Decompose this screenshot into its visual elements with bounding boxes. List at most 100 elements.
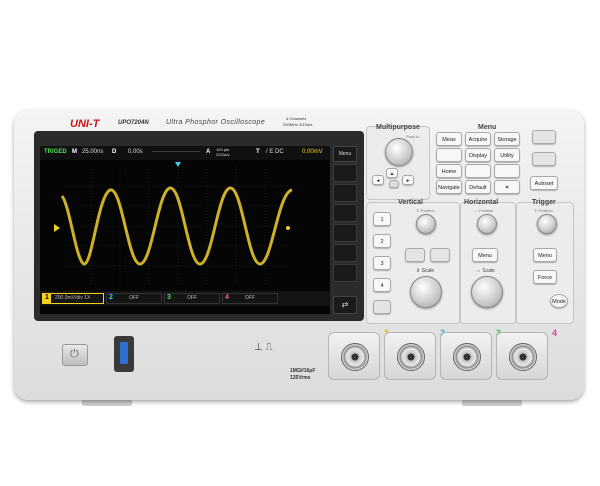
model-label: UPO7204N — [118, 120, 149, 126]
digital-button[interactable] — [430, 248, 450, 262]
multipurpose-knob-label: Push to — [406, 134, 420, 139]
softkey-2[interactable] — [333, 184, 357, 202]
channel-4-info[interactable]: 4 OFF — [222, 293, 278, 304]
blank-button-1[interactable] — [436, 148, 462, 162]
channel-3-button[interactable]: 3 — [373, 256, 391, 270]
probe-comp-terminals[interactable]: ⊥ ⎍ — [254, 342, 284, 368]
horizontal-menu-button[interactable]: Menu — [472, 248, 498, 262]
trigger-status: TRIGED — [44, 149, 67, 155]
voltage-label: 135Vrms — [290, 375, 311, 381]
ch1-input-connector[interactable]: 1 — [328, 328, 389, 380]
channel-2-button[interactable]: 2 — [373, 234, 391, 248]
home-button[interactable]: Home — [436, 164, 462, 178]
multipurpose-title: Multipurpose — [376, 124, 420, 131]
usb-icon — [120, 342, 128, 364]
trigger-position-label: ⇕ Position — [534, 208, 553, 213]
trigger-level-marker — [286, 226, 290, 230]
memory-bar: ------------------------ — [152, 149, 200, 155]
status-bar: TRIGED M 25.00ns D 0.00s ---------------… — [40, 146, 330, 160]
display-button[interactable]: Display — [465, 148, 491, 162]
horizontal-position-label: ⇔ Position — [474, 208, 494, 213]
select-button[interactable] — [389, 180, 399, 188]
ch4-bnc-ring — [509, 343, 537, 371]
power-icon: ⏻ — [70, 348, 79, 360]
trigger-level-knob[interactable] — [537, 214, 557, 234]
trigger-letter: T — [256, 149, 260, 155]
channel-3-text: OFF — [187, 295, 197, 301]
ch4-input-connector[interactable]: 4 — [496, 328, 557, 380]
timebase-value: 25.00ns — [82, 149, 104, 155]
channel-4-num: 4 — [225, 294, 229, 301]
channel-bar: 1 200.0mV/div 1X 2 OFF 3 OFF 4 OFF — [40, 291, 330, 306]
left-arrow-button[interactable]: ◂ — [372, 175, 384, 185]
trigger-position-marker — [175, 162, 181, 167]
blank-button-2[interactable] — [465, 164, 491, 178]
multipurpose-knob[interactable] — [385, 138, 413, 166]
storage-button[interactable]: Storage — [494, 132, 520, 146]
run-stop-button[interactable] — [532, 130, 556, 144]
ch1-bnc-ring — [341, 343, 369, 371]
waveform-display — [54, 162, 293, 286]
acquire-letter: A — [206, 149, 211, 155]
blank-button-3[interactable] — [494, 164, 520, 178]
acquire-button[interactable]: Acquire — [465, 132, 491, 146]
single-button[interactable] — [532, 152, 556, 166]
menu-title: Menu — [478, 124, 497, 131]
channel-2-info[interactable]: 2 OFF — [106, 293, 162, 304]
utility-button[interactable]: Utility — [494, 148, 520, 162]
channel-1-text: 200.0mV/div 1X — [55, 295, 91, 301]
horizontal-scale-knob[interactable] — [471, 276, 503, 308]
horizontal-position-knob[interactable] — [477, 214, 497, 234]
channel-1-num: 1 — [43, 294, 51, 303]
spec-label: 200MHz 2GSa/s — [283, 122, 313, 127]
softkey-3[interactable] — [333, 204, 357, 222]
sample-rate: 100 pts 2GSa/s — [216, 147, 230, 157]
up-arrow-button[interactable]: ▴ — [386, 168, 398, 178]
channel-1-button[interactable]: 1 — [373, 212, 391, 226]
vertical-title: Vertical — [398, 199, 423, 206]
softkey-6[interactable] — [333, 264, 357, 282]
channel-2-num: 2 — [109, 294, 113, 301]
vertical-scale-label: ⇕ Scale — [416, 268, 435, 274]
trigger-title: Trigger — [532, 199, 556, 206]
channel-2-text: OFF — [129, 295, 139, 301]
ref-button[interactable] — [405, 248, 425, 262]
brand-logo: UNI-T — [70, 118, 100, 130]
display-screen — [40, 146, 330, 314]
softkey-4[interactable] — [333, 224, 357, 242]
channel-1-info[interactable]: 1 200.0mV/div 1X — [42, 293, 104, 304]
back-softkey[interactable]: ⇄ — [333, 296, 357, 314]
usb-port[interactable] — [114, 336, 134, 372]
vertical-position-label: ⇕ Position — [416, 208, 435, 213]
ch2-input-connector[interactable]: 2 — [384, 328, 445, 380]
softkey-1[interactable] — [333, 164, 357, 182]
impedance-label: 1MΩ//16pF — [290, 368, 316, 374]
trigger-menu-button[interactable]: Menu — [533, 248, 557, 262]
vertical-scale-knob[interactable] — [410, 276, 442, 308]
default-button[interactable]: Default — [465, 180, 491, 194]
delay-letter: D — [112, 149, 117, 155]
force-button[interactable]: Force — [533, 270, 557, 284]
screenshot-button[interactable]: ⌗ — [494, 180, 520, 194]
ch3-bnc-ring — [453, 343, 481, 371]
channel-4-text: OFF — [245, 295, 255, 301]
ch3-input-connector[interactable]: 3 — [440, 328, 501, 380]
channel-3-info[interactable]: 3 OFF — [164, 293, 220, 304]
autoset-button[interactable]: Autoset — [530, 176, 558, 190]
ch1-ground-marker — [54, 224, 60, 232]
delay-value: 0.00s — [128, 149, 143, 155]
math-button[interactable] — [373, 300, 391, 314]
horizontal-scale-label: ⇔ Scale — [476, 268, 495, 274]
meas-button[interactable]: Meas — [436, 132, 462, 146]
trigger-level: 0.00mV — [302, 149, 323, 155]
horizontal-title: Horizontal — [464, 199, 499, 206]
navigate-button[interactable]: Navigate — [436, 180, 462, 194]
power-button[interactable]: ⏻ — [62, 344, 88, 366]
right-arrow-button[interactable]: ▸ — [402, 175, 414, 185]
mode-button[interactable]: Mode — [550, 294, 568, 308]
ch2-bnc-ring — [397, 343, 425, 371]
vertical-position-knob[interactable] — [416, 214, 436, 234]
channel-4-button[interactable]: 4 — [373, 278, 391, 292]
softkey-5[interactable] — [333, 244, 357, 262]
menu-softkey[interactable]: Menu — [333, 146, 357, 162]
